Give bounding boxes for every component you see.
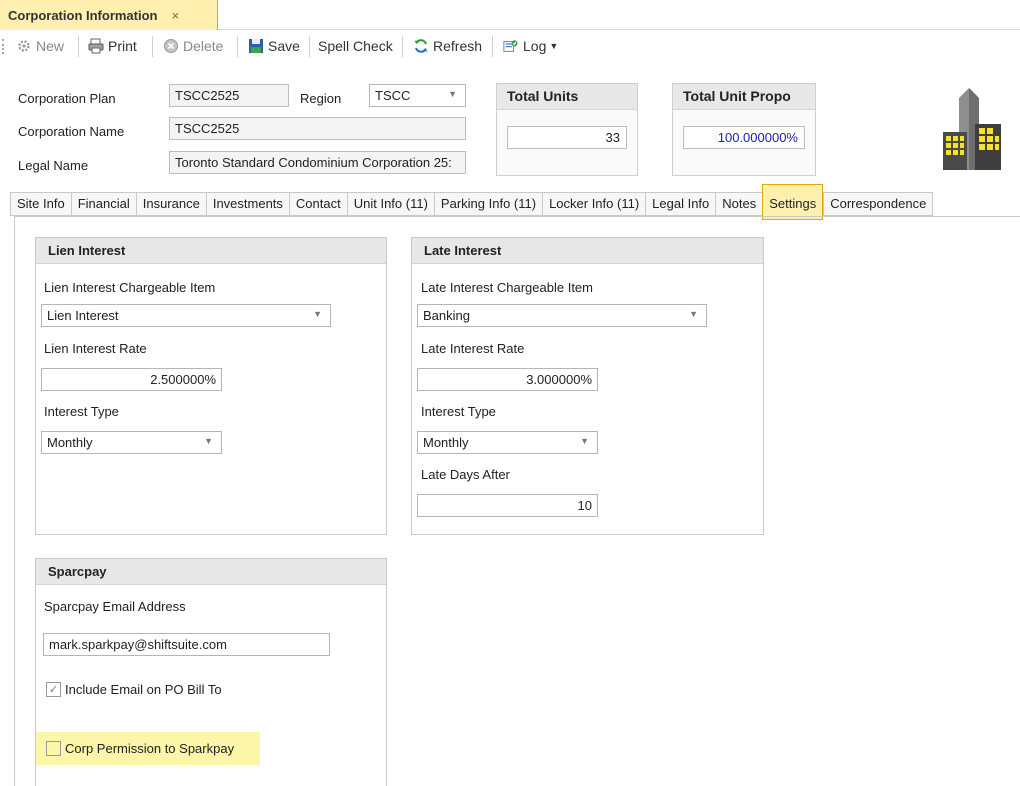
tab-correspondence[interactable]: Correspondence — [823, 192, 934, 216]
sparcpay-email-label: Sparcpay Email Address — [44, 599, 186, 614]
corporation-plan-field[interactable]: TSCC2525 — [169, 84, 289, 107]
toolbar: New Print Delete Save Spell Check Refres… — [0, 30, 1020, 63]
log-button-label: Log — [523, 38, 547, 54]
total-units-panel: Total Units 33 — [496, 83, 638, 176]
gear-icon — [16, 38, 32, 54]
log-button[interactable]: Log ▼ — [499, 34, 562, 58]
print-button-label: Print — [108, 38, 137, 54]
toolbar-separator — [402, 36, 403, 57]
tab-notes[interactable]: Notes — [715, 192, 763, 216]
chevron-down-icon: ▼ — [689, 309, 698, 319]
lien-interest-chargeable-item-label: Lien Interest Chargeable Item — [44, 280, 216, 295]
document-tab-corporation-information[interactable]: Corporation Information × — [0, 0, 218, 30]
sparcpay-email-field[interactable]: mark.sparkpay@shiftsuite.com — [43, 633, 330, 656]
refresh-button[interactable]: Refresh — [409, 34, 486, 58]
late-days-after-field[interactable]: 10 — [417, 494, 598, 517]
sparcpay-title: Sparcpay — [36, 559, 386, 585]
legal-name-label: Legal Name — [18, 158, 89, 173]
late-interest-title: Late Interest — [412, 238, 763, 264]
delete-button[interactable]: Delete — [159, 34, 227, 58]
include-email-label: Include Email on PO Bill To — [65, 682, 222, 697]
chevron-down-icon: ▼ — [448, 89, 457, 99]
chevron-down-icon: ▼ — [313, 309, 322, 319]
corporation-plan-label: Corporation Plan — [18, 91, 116, 106]
printer-icon — [88, 38, 104, 54]
log-icon — [503, 38, 519, 54]
tab-investments[interactable]: Investments — [205, 192, 289, 216]
late-interest-rate-label: Late Interest Rate — [421, 341, 525, 356]
lien-interest-chargeable-item-value: Lien Interest — [47, 308, 119, 323]
corp-permission-checkbox[interactable] — [46, 741, 61, 756]
new-button-label: New — [36, 38, 65, 54]
tab-contact[interactable]: Contact — [288, 192, 347, 216]
total-unit-proportion-value: 100.000000% — [683, 126, 805, 149]
corporation-name-label: Corporation Name — [18, 124, 125, 139]
toolbar-separator — [78, 36, 79, 57]
refresh-button-label: Refresh — [433, 38, 483, 54]
tab-unit-info-11[interactable]: Unit Info (11) — [346, 192, 434, 216]
include-email-checkbox[interactable]: ✓ — [46, 682, 61, 697]
lien-interest-type-dropdown[interactable]: Monthly ▼ — [41, 431, 222, 454]
close-tab-icon[interactable]: × — [172, 8, 180, 23]
tab-financial[interactable]: Financial — [70, 192, 136, 216]
region-dropdown[interactable]: TSCC ▼ — [369, 84, 466, 107]
lien-interest-title: Lien Interest — [36, 238, 386, 264]
chevron-down-icon: ▼ — [549, 41, 559, 51]
total-units-title: Total Units — [497, 84, 637, 110]
late-interest-type-dropdown[interactable]: Monthly ▼ — [417, 431, 598, 454]
total-units-value: 33 — [507, 126, 627, 149]
building-icon — [935, 80, 1005, 172]
delete-button-label: Delete — [183, 38, 224, 54]
tab-site-info[interactable]: Site Info — [10, 192, 71, 216]
lien-interest-type-label: Interest Type — [44, 404, 119, 419]
save-button[interactable]: Save — [244, 34, 304, 58]
refresh-icon — [413, 38, 429, 54]
total-unit-proportion-title: Total Unit Propo — [673, 84, 815, 110]
new-button[interactable]: New — [12, 34, 68, 58]
region-value: TSCC — [375, 88, 411, 103]
toolbar-separator — [309, 36, 310, 57]
tab-locker-info-11[interactable]: Locker Info (11) — [542, 192, 646, 216]
toolbar-separator — [152, 36, 153, 57]
late-interest-chargeable-item-value: Banking — [423, 308, 470, 323]
region-label: Region — [300, 91, 342, 106]
corp-permission-checkbox-row[interactable]: Corp Permission to Sparkpay — [46, 741, 234, 756]
late-interest-type-label: Interest Type — [421, 404, 496, 419]
toolbar-separator — [492, 36, 493, 57]
lien-interest-type-value: Monthly — [47, 435, 93, 450]
tab-settings[interactable]: Settings — [762, 184, 824, 220]
spell-check-button[interactable]: Spell Check — [314, 34, 397, 58]
lien-interest-chargeable-item-dropdown[interactable]: Lien Interest ▼ — [41, 304, 331, 327]
total-unit-proportion-panel: Total Unit Propo 100.000000% — [672, 83, 816, 176]
chevron-down-icon: ▼ — [204, 436, 213, 446]
tab-legal-info[interactable]: Legal Info — [645, 192, 716, 216]
print-button[interactable]: Print — [84, 34, 141, 58]
late-interest-chargeable-item-dropdown[interactable]: Banking ▼ — [417, 304, 707, 327]
delete-icon — [163, 38, 179, 54]
toolbar-grip[interactable] — [2, 39, 6, 54]
section-tab-strip: Site Info Financial Insurance Investments Co… — [10, 184, 934, 220]
lien-interest-rate-field[interactable]: 2.500000% — [41, 368, 222, 391]
save-button-label: Save — [268, 38, 300, 54]
chevron-down-icon: ▼ — [580, 436, 589, 446]
legal-name-field[interactable]: Toronto Standard Condominium Corporation… — [169, 151, 466, 174]
document-tab-title: Corporation Information — [8, 7, 158, 23]
late-days-after-label: Late Days After — [421, 467, 510, 482]
corp-permission-label: Corp Permission to Sparkpay — [65, 741, 235, 756]
tab-parking-info-11[interactable]: Parking Info (11) — [433, 192, 543, 216]
late-interest-rate-field[interactable]: 3.000000% — [417, 368, 598, 391]
late-interest-type-value: Monthly — [423, 435, 469, 450]
checkmark-icon: ✓ — [48, 684, 59, 696]
tab-insurance[interactable]: Insurance — [135, 192, 206, 216]
corporation-name-field[interactable]: TSCC2525 — [169, 117, 466, 140]
late-interest-chargeable-item-label: Late Interest Chargeable Item — [421, 280, 593, 295]
include-email-checkbox-row[interactable]: ✓ Include Email on PO Bill To — [46, 682, 222, 697]
save-icon — [248, 38, 264, 54]
toolbar-separator — [237, 36, 238, 57]
spell-check-button-label: Spell Check — [318, 38, 393, 54]
lien-interest-rate-label: Lien Interest Rate — [44, 341, 147, 356]
